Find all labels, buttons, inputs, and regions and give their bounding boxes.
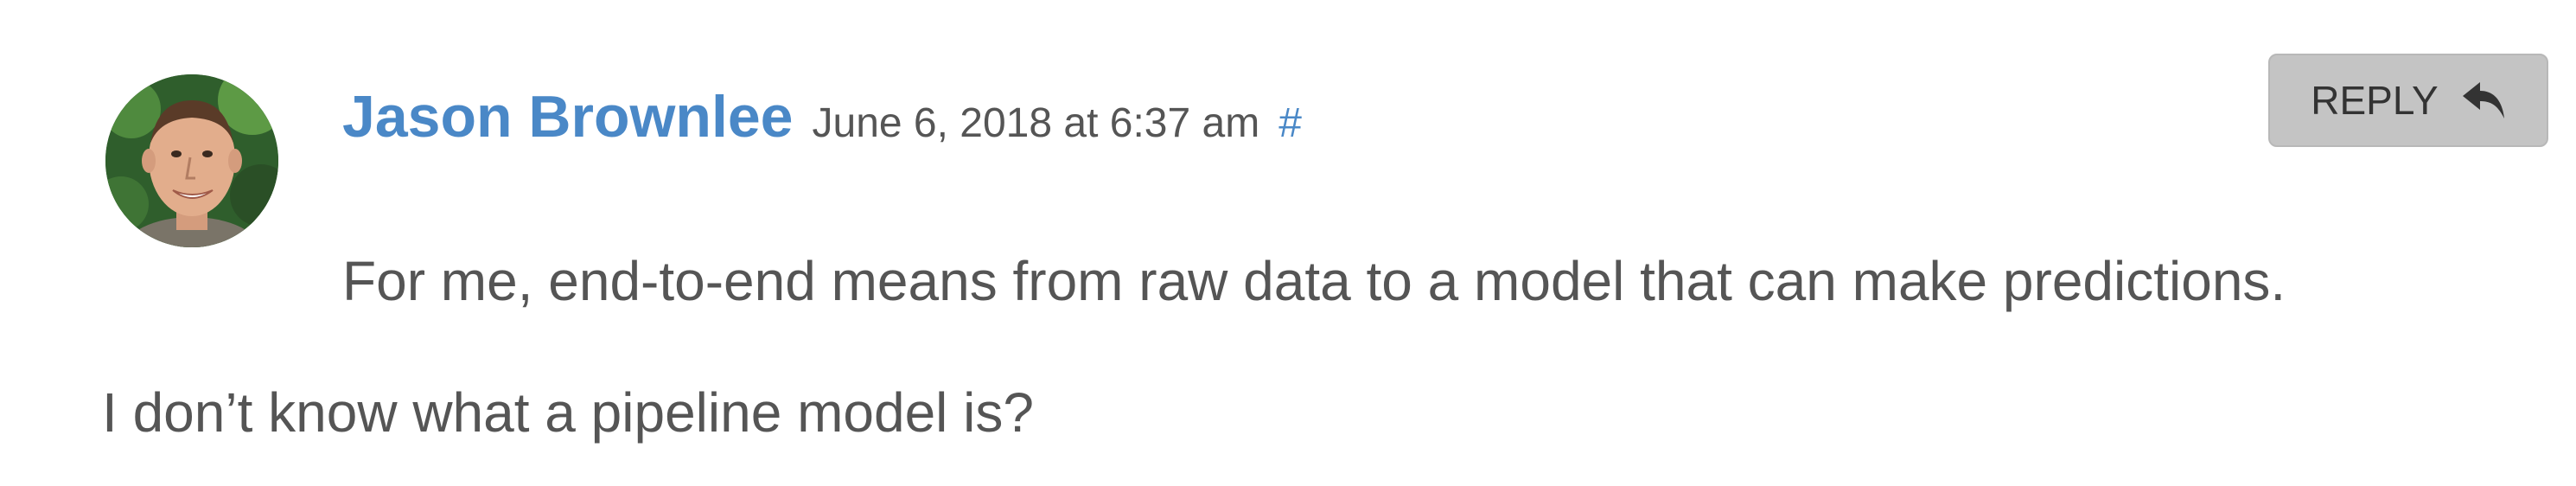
comment: Jason Brownlee June 6, 2018 at 6:37 am #…	[0, 0, 2576, 486]
comment-date-link[interactable]: June 6, 2018 at 6:37 am	[813, 99, 1260, 147]
author-avatar	[105, 74, 278, 247]
permalink[interactable]: #	[1278, 99, 1302, 147]
comment-meta: Jason Brownlee June 6, 2018 at 6:37 am #	[342, 83, 1302, 161]
comment-paragraph: For me, end-to-end means from raw data t…	[342, 250, 2286, 312]
reply-label: REPLY	[2311, 78, 2439, 123]
reply-arrow-icon	[2462, 82, 2504, 118]
reply-button[interactable]: REPLY	[2268, 54, 2548, 147]
comment-paragraph: I don’t know what a pipeline model is?	[102, 381, 1034, 444]
author-link[interactable]: Jason Brownlee	[342, 83, 794, 150]
